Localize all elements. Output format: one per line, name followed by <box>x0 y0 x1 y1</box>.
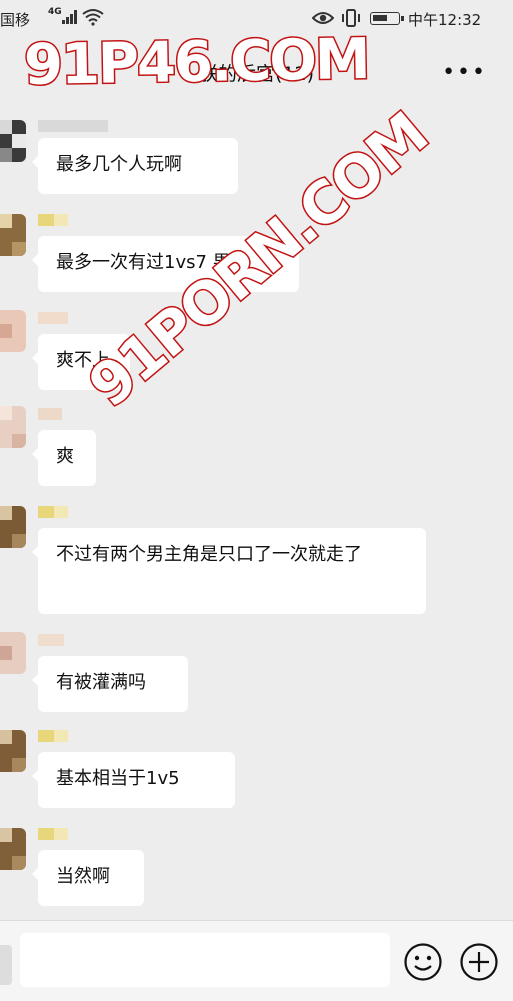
message-bubble[interactable]: 最多几个人玩啊 <box>32 138 238 194</box>
avatar[interactable] <box>0 828 26 870</box>
battery-icon <box>370 12 404 25</box>
avatar[interactable] <box>0 310 26 352</box>
eye-comfort-icon <box>312 12 334 24</box>
vibrate-icon <box>342 9 360 27</box>
message-input[interactable] <box>20 933 390 987</box>
avatar[interactable] <box>0 406 26 448</box>
emoji-icon[interactable] <box>403 942 443 982</box>
signal-icon <box>62 10 77 24</box>
clock: 中午12:32 <box>408 11 482 29</box>
message-bubble[interactable]: 爽 <box>32 430 96 486</box>
message-bubble[interactable]: 当然啊 <box>32 850 144 906</box>
avatar[interactable] <box>0 506 26 548</box>
watermark: 91P46.COM <box>22 25 371 99</box>
message-bubble[interactable]: 基本相当于1v5 <box>32 752 235 808</box>
wifi-icon <box>82 9 104 26</box>
avatar[interactable] <box>0 730 26 772</box>
more-dots-icon[interactable]: ••• <box>442 60 487 85</box>
add-icon[interactable] <box>459 942 499 982</box>
voice-button[interactable] <box>0 945 12 985</box>
avatar[interactable] <box>0 632 26 674</box>
carrier-label: 国移 <box>0 11 31 29</box>
message-bubble[interactable]: 有被灌满吗 <box>32 656 188 712</box>
avatar[interactable] <box>0 214 26 256</box>
message-bubble[interactable]: 不过有两个男主角是只口了一次就走了 <box>32 528 426 614</box>
avatar[interactable] <box>0 120 26 162</box>
network-type: 4G <box>48 7 62 17</box>
